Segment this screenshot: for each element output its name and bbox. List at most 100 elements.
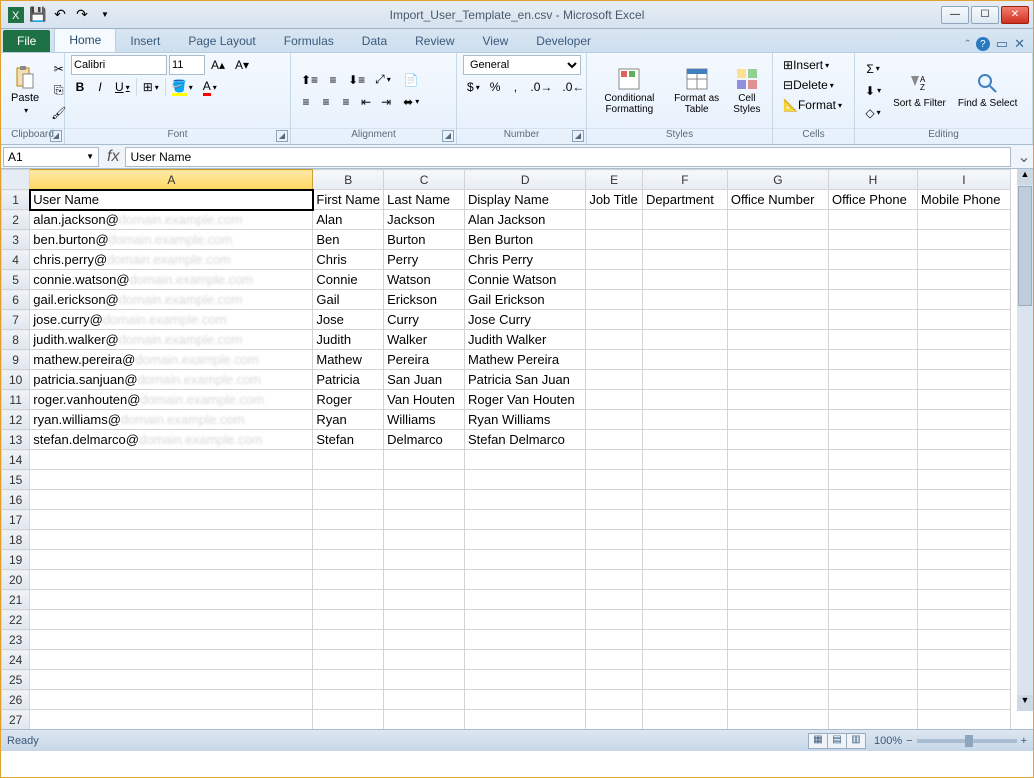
cell[interactable]: Van Houten — [384, 390, 465, 410]
cell[interactable] — [828, 490, 917, 510]
cell[interactable] — [917, 570, 1010, 590]
cell[interactable] — [727, 630, 828, 650]
zoom-slider[interactable] — [917, 739, 1017, 743]
row-header[interactable]: 24 — [2, 650, 30, 670]
cell[interactable]: Display Name — [465, 190, 586, 210]
cell[interactable] — [30, 450, 313, 470]
cell[interactable] — [30, 510, 313, 530]
cell[interactable] — [313, 450, 384, 470]
cell[interactable] — [828, 370, 917, 390]
cell[interactable] — [30, 650, 313, 670]
cell[interactable] — [384, 610, 465, 630]
cell[interactable] — [828, 330, 917, 350]
cell[interactable]: Ben Burton — [465, 230, 586, 250]
cell[interactable] — [642, 710, 727, 730]
cell[interactable]: Jose — [313, 310, 384, 330]
cell[interactable] — [313, 470, 384, 490]
decrease-font-icon[interactable]: A▾ — [231, 55, 253, 75]
cell[interactable] — [465, 710, 586, 730]
cell[interactable] — [642, 570, 727, 590]
cell[interactable]: First Name — [313, 190, 384, 210]
align-top-icon[interactable]: ⬆≡ — [297, 70, 322, 90]
cell[interactable]: mathew.pereira@domain.example.com — [30, 350, 313, 370]
cell[interactable] — [828, 590, 917, 610]
tab-view[interactable]: View — [469, 30, 523, 52]
cell[interactable] — [917, 350, 1010, 370]
cell[interactable] — [917, 370, 1010, 390]
cell[interactable] — [828, 570, 917, 590]
cell[interactable] — [642, 370, 727, 390]
scroll-up-icon[interactable]: ▲ — [1017, 169, 1033, 185]
cell[interactable] — [917, 230, 1010, 250]
cell[interactable] — [465, 570, 586, 590]
cell[interactable]: Pereira — [384, 350, 465, 370]
cell[interactable] — [586, 610, 643, 630]
cell[interactable]: Ryan Williams — [465, 410, 586, 430]
cell[interactable]: Patricia — [313, 370, 384, 390]
cell[interactable] — [30, 610, 313, 630]
cell[interactable]: Patricia San Juan — [465, 370, 586, 390]
cell[interactable] — [313, 710, 384, 730]
align-middle-icon[interactable]: ≡ — [324, 70, 342, 90]
row-header[interactable]: 10 — [2, 370, 30, 390]
font-size-select[interactable] — [169, 55, 205, 75]
clipboard-dialog-icon[interactable]: ◢ — [50, 130, 62, 142]
cell[interactable] — [917, 430, 1010, 450]
font-color-icon[interactable]: A▾ — [199, 77, 221, 97]
cell[interactable] — [727, 330, 828, 350]
cell[interactable] — [313, 510, 384, 530]
row-header[interactable]: 11 — [2, 390, 30, 410]
tab-review[interactable]: Review — [401, 30, 468, 52]
cell[interactable] — [384, 710, 465, 730]
align-left-icon[interactable]: ≡ — [297, 92, 315, 112]
cell[interactable] — [642, 650, 727, 670]
cell[interactable]: Chris — [313, 250, 384, 270]
cell[interactable] — [465, 610, 586, 630]
cell[interactable] — [313, 550, 384, 570]
cell[interactable] — [642, 470, 727, 490]
file-tab[interactable]: File — [3, 30, 50, 52]
cell[interactable] — [828, 470, 917, 490]
cell[interactable]: Alan Jackson — [465, 210, 586, 230]
cell[interactable] — [465, 690, 586, 710]
orientation-icon[interactable]: ⤢▾ — [371, 70, 395, 90]
font-dialog-icon[interactable]: ◢ — [276, 130, 288, 142]
cell[interactable]: Office Phone — [828, 190, 917, 210]
cell[interactable] — [917, 630, 1010, 650]
accounting-format-icon[interactable]: $▾ — [463, 77, 484, 97]
cell[interactable] — [727, 410, 828, 430]
redo-icon[interactable]: ↷ — [73, 6, 91, 24]
cell[interactable] — [727, 250, 828, 270]
row-header[interactable]: 25 — [2, 670, 30, 690]
cell[interactable]: Ryan — [313, 410, 384, 430]
vertical-scrollbar[interactable]: ▲ ▼ — [1017, 169, 1033, 711]
cell[interactable]: Burton — [384, 230, 465, 250]
cell[interactable] — [727, 390, 828, 410]
row-header[interactable]: 19 — [2, 550, 30, 570]
cell[interactable] — [727, 450, 828, 470]
formula-bar[interactable]: User Name — [125, 147, 1011, 167]
cell[interactable] — [586, 310, 643, 330]
cell[interactable]: Office Number — [727, 190, 828, 210]
cell[interactable] — [828, 550, 917, 570]
close-button[interactable]: ✕ — [1001, 6, 1029, 24]
cell[interactable] — [586, 570, 643, 590]
cell[interactable]: Judith — [313, 330, 384, 350]
format-as-table-button[interactable]: Format as Table — [670, 65, 724, 117]
cell[interactable] — [828, 610, 917, 630]
row-header[interactable]: 1 — [2, 190, 30, 210]
help-icon[interactable]: ? — [976, 37, 990, 51]
cell[interactable] — [828, 530, 917, 550]
cell[interactable] — [313, 690, 384, 710]
tab-home[interactable]: Home — [54, 28, 116, 52]
col-header-B[interactable]: B — [313, 170, 384, 190]
row-header[interactable]: 14 — [2, 450, 30, 470]
cell[interactable] — [917, 490, 1010, 510]
increase-font-icon[interactable]: A▴ — [207, 55, 229, 75]
cell[interactable] — [727, 370, 828, 390]
cell[interactable] — [917, 210, 1010, 230]
cell[interactable] — [30, 710, 313, 730]
cell[interactable] — [313, 670, 384, 690]
cell[interactable] — [384, 550, 465, 570]
cell[interactable] — [828, 230, 917, 250]
